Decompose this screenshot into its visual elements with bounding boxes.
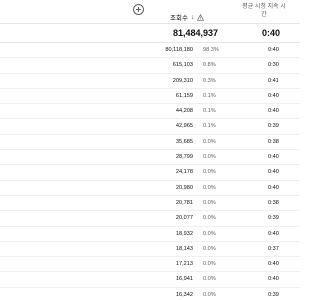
add-column-icon[interactable] [133, 4, 144, 15]
row-percent: 0.0% [203, 230, 216, 237]
table-row[interactable]: 18,143 0.0% 0:37 [0, 242, 300, 258]
row-percent: 0.0% [203, 184, 216, 191]
table-row[interactable]: 16,342 0.0% 0:39 [0, 288, 300, 300]
row-avg-watch-time: 0:40 [268, 169, 279, 176]
row-percent: 0.0% [203, 138, 216, 145]
table-row[interactable]: 20,980 0.0% 0:40 [0, 181, 300, 196]
table-row[interactable]: 35,685 0.0% 0:38 [0, 135, 300, 151]
row-views: 16,342 [175, 291, 193, 298]
row-avg-watch-time: 0:40 [268, 184, 279, 191]
row-views: 20,980 [175, 184, 193, 191]
warning-icon [197, 13, 205, 21]
row-avg-watch-time: 0:39 [268, 123, 279, 130]
table-row[interactable]: 20,781 0.0% 0:38 [0, 196, 300, 212]
row-avg-watch-time: 0:40 [268, 92, 279, 99]
total-avg-watch-time: 0:40 [262, 28, 281, 38]
row-percent: 0.3% [203, 77, 216, 84]
row-avg-watch-time: 0:37 [268, 245, 279, 252]
row-views: 20,077 [175, 215, 193, 222]
row-percent: 0.0% [203, 291, 216, 298]
row-percent: 0.0% [203, 261, 216, 268]
row-avg-watch-time: 0:30 [268, 62, 279, 69]
row-avg-watch-time: 0:40 [268, 276, 279, 283]
row-avg-watch-time: 0:41 [268, 77, 279, 84]
row-views: 209,310 [172, 77, 193, 84]
views-column-header[interactable]: 조회수 ↓ [170, 12, 205, 22]
row-views: 42,965 [175, 123, 193, 130]
row-views: 44,208 [175, 108, 193, 115]
table-row[interactable]: 17,213 0.0% 0:40 [0, 257, 300, 273]
table-row[interactable]: 16,941 0.0% 0:40 [0, 272, 300, 288]
table-body: 80,118,180 98.3% 0:40 615,103 0.8% 0:30 … [0, 43, 300, 300]
table-row[interactable]: 24,178 0.0% 0:40 [0, 165, 300, 181]
row-views: 16,941 [175, 276, 193, 283]
row-percent: 0.0% [203, 215, 216, 222]
table-row[interactable]: 209,310 0.3% 0:41 [0, 74, 300, 89]
row-avg-watch-time: 0:40 [268, 47, 279, 53]
row-views: 18,143 [175, 245, 193, 252]
avg-watch-time-column-header[interactable]: 평균 시청 지속 시간 [240, 3, 288, 19]
table-header: 조회수 ↓ 평균 시청 지속 시간 [0, 0, 300, 22]
row-percent: 0.8% [203, 62, 216, 69]
row-views: 18,932 [175, 230, 193, 237]
row-views: 28,799 [175, 154, 193, 161]
table-row[interactable]: 61,159 0.1% 0:40 [0, 89, 300, 105]
row-avg-watch-time: 0:38 [268, 199, 279, 206]
table-row[interactable]: 20,077 0.0% 0:39 [0, 211, 300, 227]
row-avg-watch-time: 0:40 [268, 261, 279, 268]
row-percent: 0.1% [203, 92, 216, 99]
row-percent: 0.0% [203, 276, 216, 283]
table-row[interactable]: 42,965 0.1% 0:39 [0, 119, 300, 135]
total-row: 81,484,937 0:40 [0, 23, 300, 43]
row-views: 80,118,180 [165, 47, 193, 53]
table-row[interactable]: 80,118,180 98.3% 0:40 [0, 43, 300, 59]
row-avg-watch-time: 0:40 [268, 108, 279, 115]
row-views: 17,213 [175, 261, 193, 268]
row-avg-watch-time: 0:39 [268, 215, 279, 222]
views-header-label: 조회수 [170, 15, 188, 22]
table-row[interactable]: 44,208 0.1% 0:40 [0, 104, 300, 120]
analytics-table: 조회수 ↓ 평균 시청 지속 시간 81,484,937 0:40 80,118… [0, 0, 300, 300]
table-row[interactable]: 615,103 0.8% 0:30 [0, 58, 300, 74]
row-avg-watch-time: 0:39 [268, 291, 279, 298]
table-row[interactable]: 28,799 0.0% 0:40 [0, 150, 300, 166]
row-percent: 0.0% [203, 199, 216, 206]
row-views: 61,159 [175, 92, 193, 99]
row-percent: 0.1% [203, 123, 216, 130]
table-row[interactable]: 18,932 0.0% 0:40 [0, 227, 300, 242]
row-percent: 0.0% [203, 245, 216, 252]
row-percent: 0.1% [203, 108, 216, 115]
row-percent: 0.0% [203, 169, 216, 176]
sort-descending-icon[interactable]: ↓ [191, 14, 195, 21]
row-views: 24,178 [175, 169, 193, 176]
row-views: 35,685 [175, 138, 193, 145]
row-percent: 98.3% [203, 47, 219, 53]
total-views: 81,484,937 [172, 28, 218, 38]
row-avg-watch-time: 0:38 [268, 138, 279, 145]
row-views: 615,103 [172, 62, 193, 69]
row-avg-watch-time: 0:40 [268, 230, 279, 237]
row-avg-watch-time: 0:40 [268, 154, 279, 161]
row-percent: 0.0% [203, 154, 216, 161]
row-views: 20,781 [175, 199, 193, 206]
